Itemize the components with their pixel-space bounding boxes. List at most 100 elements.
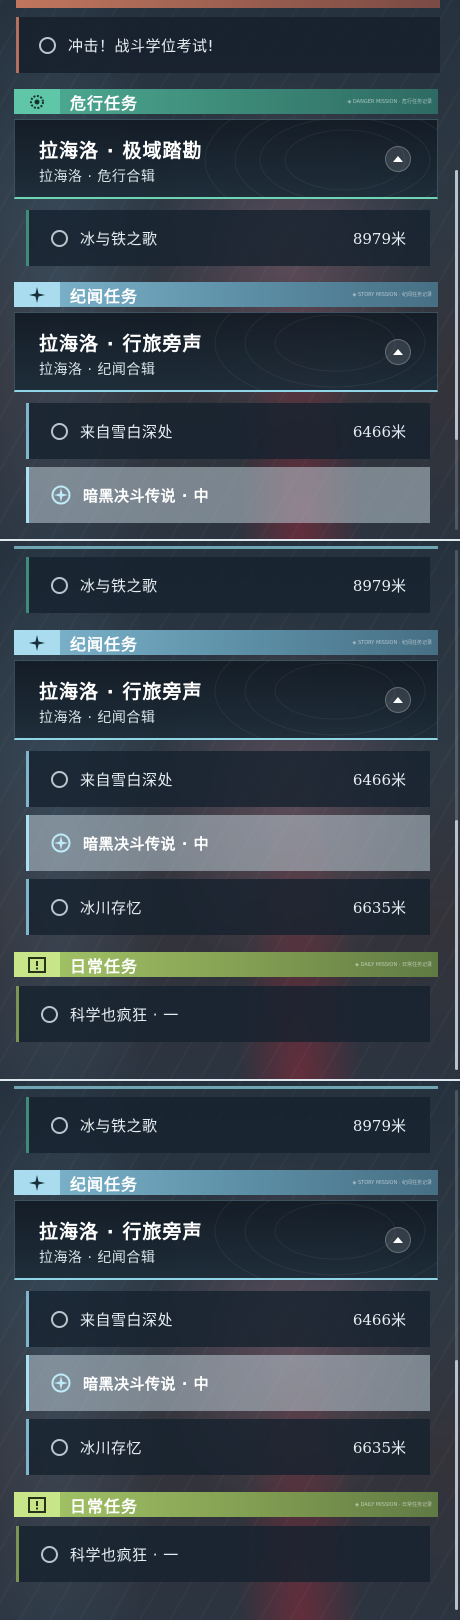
card-subtitle: 拉海洛 · 纪闻合辑 bbox=[39, 1250, 156, 1266]
card-title: 拉海洛 · 行旅旁声 bbox=[39, 333, 203, 355]
card-title: 拉海洛 · 极域踏勘 bbox=[39, 140, 203, 162]
scrollbar-thumb[interactable] bbox=[455, 1360, 458, 1610]
quest-row-snow-deep[interactable]: 来自雪白深处 6466米 bbox=[26, 403, 430, 459]
sparkle-icon bbox=[14, 282, 60, 307]
quest-status-circle-icon bbox=[39, 36, 56, 54]
quest-row-science[interactable]: 科学也疯狂 · 一 bbox=[16, 1526, 430, 1582]
section-tag: ◈ DAILY MISSION · 日常任务记录 bbox=[355, 1502, 432, 1508]
quest-row-snow-deep[interactable]: 来自雪白深处 6466米 bbox=[26, 1291, 430, 1347]
section-tag: ◈ STORY MISSION · 纪闻任务记录 bbox=[352, 640, 432, 646]
quest-row-ice-iron[interactable]: 冰与铁之歌 8979米 bbox=[26, 210, 430, 266]
card-subtitle: 拉海洛 · 纪闻合辑 bbox=[39, 362, 156, 378]
quest-row-glacier[interactable]: 冰川存忆 6635米 bbox=[26, 879, 430, 935]
quest-label: 暗黑决斗传说 · 中 bbox=[83, 834, 210, 853]
quest-distance: 8979米 bbox=[352, 229, 406, 248]
collapse-button[interactable] bbox=[385, 339, 411, 365]
quest-row-partial-top bbox=[16, 0, 440, 8]
exclamation-icon bbox=[14, 952, 60, 977]
quest-group-card-travel-voices[interactable]: 拉海洛 · 行旅旁声 拉海洛 · 纪闻合辑 bbox=[14, 1200, 438, 1280]
quest-label: 暗黑决斗传说 · 中 bbox=[83, 1374, 210, 1393]
scrollbar-track[interactable] bbox=[455, 1090, 458, 1610]
quest-label: 来自雪白深处 bbox=[80, 1310, 174, 1329]
quest-label: 来自雪白深处 bbox=[80, 422, 174, 441]
quest-distance: 6635米 bbox=[352, 1438, 406, 1457]
quest-row-combat-exam[interactable]: 冲击！战斗学位考试! bbox=[16, 17, 440, 73]
section-tag: ◈ DANGER MISSION · 危行任务记录 bbox=[347, 99, 432, 105]
quest-label: 科学也疯狂 · 一 bbox=[70, 1545, 179, 1564]
quest-row-science[interactable]: 科学也疯狂 · 一 bbox=[16, 986, 430, 1042]
quest-label: 冰川存忆 bbox=[80, 1438, 143, 1457]
quest-panel-3: 冰与铁之歌 8979米 纪闻任务 ◈ STORY MISSION · 纪闻任务记… bbox=[0, 1080, 460, 1620]
section-title: 危行任务 bbox=[70, 93, 139, 113]
collapse-button[interactable] bbox=[385, 146, 411, 172]
section-tag: ◈ STORY MISSION · 纪闻任务记录 bbox=[352, 292, 432, 298]
quest-row-snow-deep[interactable]: 来自雪白深处 6466米 bbox=[26, 751, 430, 807]
section-tag: ◈ DAILY MISSION · 日常任务记录 bbox=[355, 962, 432, 968]
panel-divider bbox=[0, 539, 460, 541]
quest-row-glacier[interactable]: 冰川存忆 6635米 bbox=[26, 1419, 430, 1475]
quest-distance: 6466米 bbox=[352, 1310, 406, 1329]
section-tag: ◈ STORY MISSION · 纪闻任务记录 bbox=[352, 1180, 432, 1186]
quest-panel-1: 冲击！战斗学位考试! 危行任务 ◈ DANGER MISSION · 危行任务记… bbox=[0, 0, 460, 540]
section-title: 纪闻任务 bbox=[70, 634, 139, 654]
target-icon bbox=[51, 485, 71, 505]
quest-row-dark-duel[interactable]: 暗黑决斗传说 · 中 bbox=[26, 815, 430, 871]
scrollbar-track[interactable] bbox=[455, 170, 458, 530]
quest-row-dark-duel[interactable]: 暗黑决斗传说 · 中 bbox=[26, 467, 430, 523]
card-subtitle: 拉海洛 · 危行合辑 bbox=[39, 169, 156, 185]
card-subtitle: 拉海洛 · 纪闻合辑 bbox=[39, 710, 156, 726]
section-title: 日常任务 bbox=[70, 1496, 139, 1516]
quest-status-circle-icon bbox=[41, 1005, 58, 1023]
chevron-up-icon bbox=[393, 349, 403, 355]
sparkle-icon bbox=[14, 1170, 60, 1195]
quest-status-circle-icon bbox=[51, 770, 68, 788]
quest-status-circle-icon bbox=[51, 1310, 68, 1328]
quest-label: 科学也疯狂 · 一 bbox=[70, 1005, 179, 1024]
scrollbar-thumb[interactable] bbox=[455, 170, 458, 440]
quest-distance: 8979米 bbox=[352, 576, 406, 595]
quest-status-circle-icon bbox=[51, 229, 68, 247]
section-header-danger: 危行任务 ◈ DANGER MISSION · 危行任务记录 bbox=[14, 89, 438, 114]
card-underline-partial bbox=[14, 546, 438, 549]
quest-row-ice-iron[interactable]: 冰与铁之歌 8979米 bbox=[26, 1097, 430, 1153]
quest-distance: 6466米 bbox=[352, 770, 406, 789]
quest-status-circle-icon bbox=[51, 576, 68, 594]
card-underline-partial bbox=[14, 1086, 438, 1089]
quest-label: 暗黑决斗传说 · 中 bbox=[83, 486, 210, 505]
scrollbar-track[interactable] bbox=[455, 550, 458, 1070]
collapse-button[interactable] bbox=[385, 1227, 411, 1253]
section-header-story: 纪闻任务 ◈ STORY MISSION · 纪闻任务记录 bbox=[14, 1170, 438, 1195]
section-header-daily: 日常任务 ◈ DAILY MISSION · 日常任务记录 bbox=[14, 1492, 438, 1517]
quest-label: 冰与铁之歌 bbox=[80, 576, 158, 595]
section-header-story: 纪闻任务 ◈ STORY MISSION · 纪闻任务记录 bbox=[14, 630, 438, 655]
collapse-button[interactable] bbox=[385, 687, 411, 713]
quest-status-circle-icon bbox=[51, 422, 68, 440]
quest-group-card-travel-voices[interactable]: 拉海洛 · 行旅旁声 拉海洛 · 纪闻合辑 bbox=[14, 660, 438, 740]
section-title: 日常任务 bbox=[70, 956, 139, 976]
chevron-up-icon bbox=[393, 156, 403, 162]
quest-panel-2: 冰与铁之歌 8979米 纪闻任务 ◈ STORY MISSION · 纪闻任务记… bbox=[0, 540, 460, 1080]
quest-label: 冰与铁之歌 bbox=[80, 229, 158, 248]
quest-row-dark-duel[interactable]: 暗黑决斗传说 · 中 bbox=[26, 1355, 430, 1411]
quest-status-circle-icon bbox=[51, 1116, 68, 1134]
quest-status-circle-icon bbox=[51, 1438, 68, 1456]
eye-gear-icon bbox=[14, 89, 60, 114]
scrollbar-thumb[interactable] bbox=[455, 820, 458, 1070]
section-title: 纪闻任务 bbox=[70, 1174, 139, 1194]
exclamation-icon bbox=[14, 1492, 60, 1517]
quest-distance: 8979米 bbox=[352, 1116, 406, 1135]
panel-divider bbox=[0, 1079, 460, 1081]
card-title: 拉海洛 · 行旅旁声 bbox=[39, 681, 203, 703]
section-header-story: 纪闻任务 ◈ STORY MISSION · 纪闻任务记录 bbox=[14, 282, 438, 307]
quest-status-circle-icon bbox=[41, 1545, 58, 1563]
quest-group-card-polar-survey[interactable]: 拉海洛 · 极域踏勘 拉海洛 · 危行合辑 bbox=[14, 119, 438, 199]
quest-status-circle-icon bbox=[51, 898, 68, 916]
chevron-up-icon bbox=[393, 697, 403, 703]
quest-row-ice-iron[interactable]: 冰与铁之歌 8979米 bbox=[26, 557, 430, 613]
quest-distance: 6635米 bbox=[352, 898, 406, 917]
target-icon bbox=[51, 833, 71, 853]
sparkle-icon bbox=[14, 630, 60, 655]
quest-group-card-travel-voices[interactable]: 拉海洛 · 行旅旁声 拉海洛 · 纪闻合辑 bbox=[14, 312, 438, 392]
target-icon bbox=[51, 1373, 71, 1393]
chevron-up-icon bbox=[393, 1237, 403, 1243]
